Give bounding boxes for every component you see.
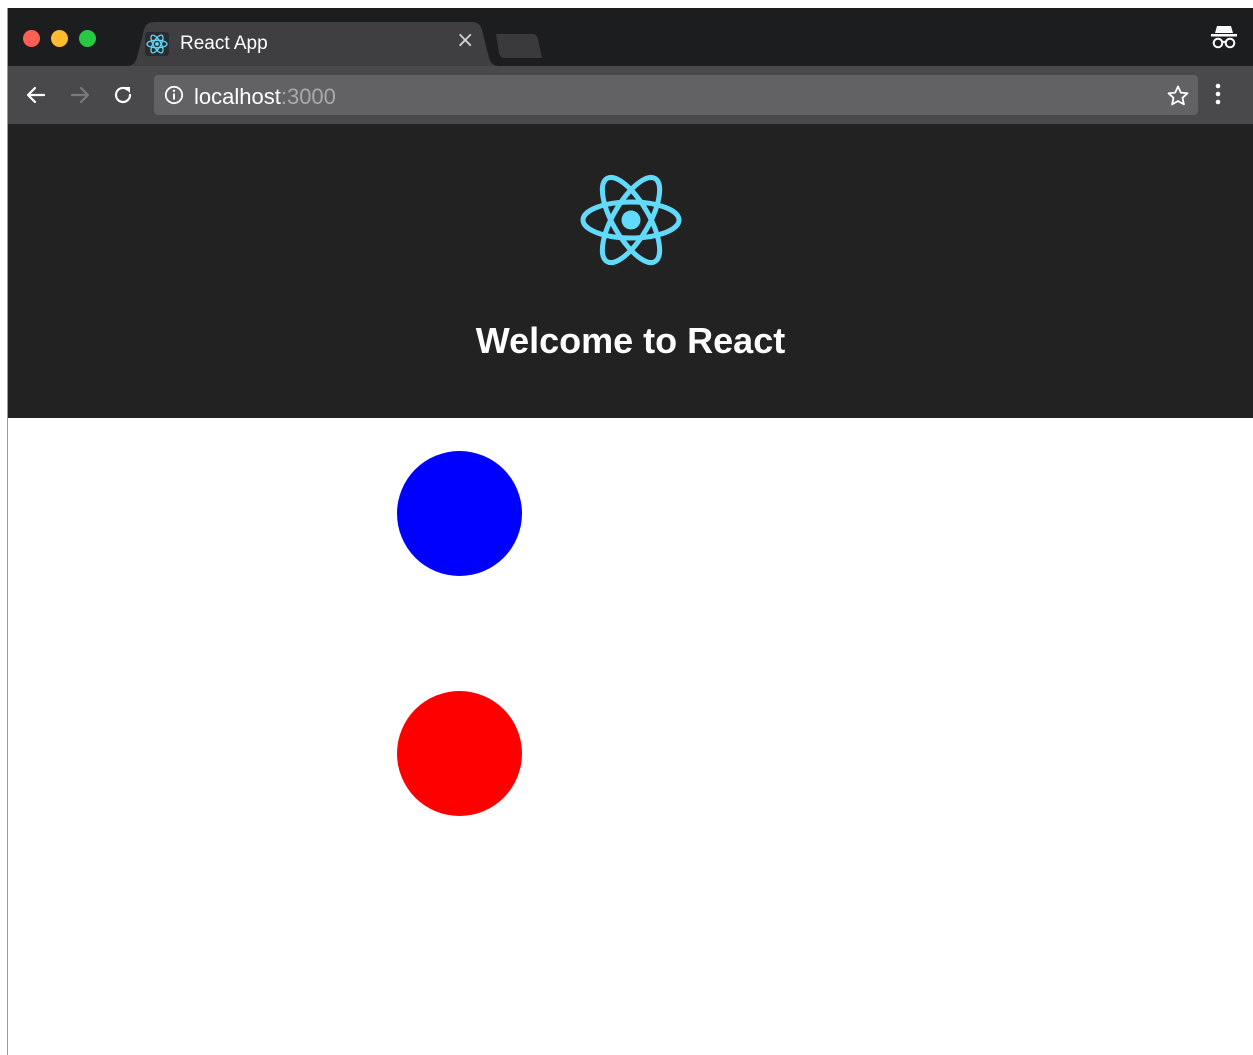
url-text[interactable]: localhost:3000 <box>194 84 336 110</box>
close-window-button[interactable] <box>23 30 40 47</box>
tab-react-app[interactable]: React App × <box>126 22 500 66</box>
red-circle <box>397 691 522 816</box>
arrow-left-icon[interactable] <box>24 83 48 107</box>
browser-window: React App × localhost:3000 Welcome to Re… <box>7 8 1253 1055</box>
blue-circle <box>397 451 522 576</box>
maximize-window-button[interactable] <box>79 30 96 47</box>
address-bar[interactable]: localhost:3000 <box>154 75 1198 115</box>
url-host: localhost <box>194 84 281 109</box>
page-title: Welcome to React <box>475 320 786 361</box>
minimize-window-button[interactable] <box>51 30 68 47</box>
tab-title: React App <box>180 33 268 54</box>
react-logo-icon <box>580 174 682 266</box>
info-icon[interactable] <box>164 85 184 105</box>
url-port: :3000 <box>280 84 336 109</box>
kebab-menu-icon[interactable] <box>1214 82 1222 108</box>
new-tab-button[interactable] <box>492 34 544 58</box>
tab-strip: React App × <box>8 8 1253 66</box>
reload-icon[interactable] <box>111 83 135 107</box>
arrow-right-icon[interactable] <box>68 83 92 107</box>
browser-toolbar: localhost:3000 <box>8 66 1253 124</box>
app-header: Welcome to React <box>8 124 1253 418</box>
star-icon[interactable] <box>1166 84 1190 108</box>
close-tab-icon[interactable]: × <box>456 30 474 52</box>
incognito-icon[interactable] <box>1210 22 1238 52</box>
react-logo-icon <box>145 32 169 56</box>
